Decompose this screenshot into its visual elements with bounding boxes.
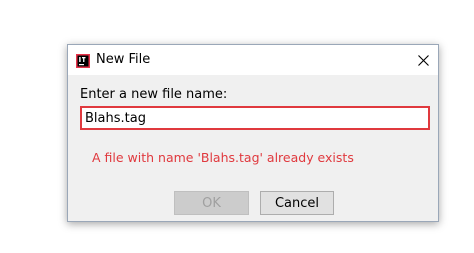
new-file-dialog: New File Enter a new file name: A file w… — [67, 44, 439, 222]
ok-button[interactable]: OK — [174, 191, 249, 215]
error-message: A file with name 'Blahs.tag' already exi… — [92, 150, 354, 165]
file-name-prompt: Enter a new file name: — [80, 87, 228, 102]
file-name-input[interactable] — [80, 106, 430, 130]
close-icon — [417, 51, 429, 70]
dialog-title: New File — [96, 52, 151, 67]
dialog-titlebar: New File — [68, 45, 438, 75]
cancel-button[interactable]: Cancel — [260, 191, 334, 215]
jetbrains-icon — [76, 53, 90, 68]
desktop: New File Enter a new file name: A file w… — [0, 0, 474, 253]
close-button[interactable] — [408, 45, 438, 75]
